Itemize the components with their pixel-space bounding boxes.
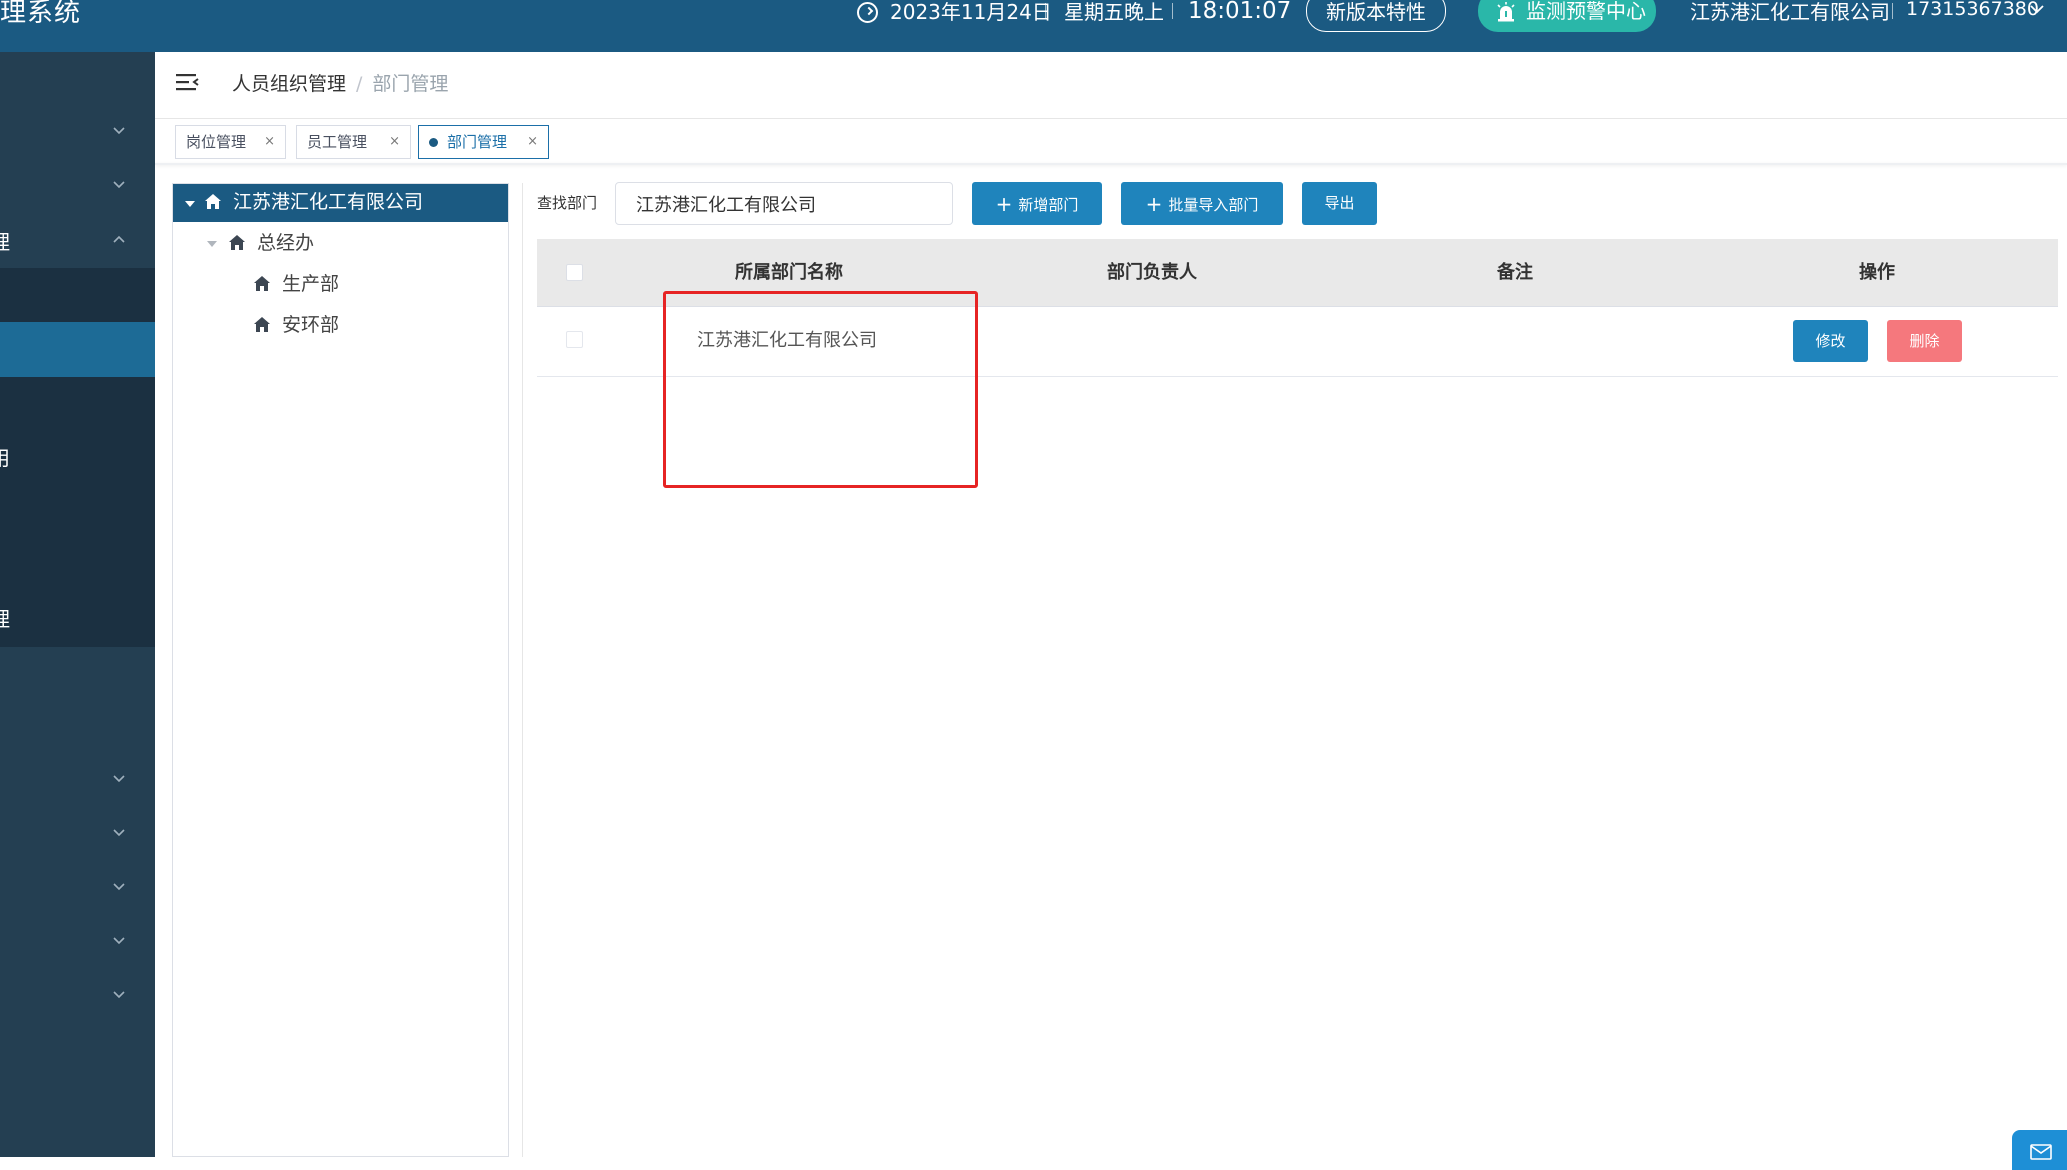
plus-icon: + bbox=[995, 192, 1013, 216]
home-icon bbox=[229, 235, 245, 250]
caret-down-icon[interactable] bbox=[207, 241, 217, 247]
delete-button[interactable]: 删除 bbox=[1887, 320, 1962, 362]
tab-label: 岗位管理 bbox=[186, 133, 247, 151]
chevron-down-icon[interactable] bbox=[112, 124, 126, 138]
company-name: 江苏港汇化工有限公司 bbox=[1690, 0, 1890, 24]
app-title: 理系统 bbox=[0, 0, 82, 28]
divider bbox=[1172, 3, 1173, 19]
chevron-down-icon[interactable] bbox=[112, 826, 126, 840]
alarm-icon bbox=[1497, 2, 1515, 22]
row-checkbox[interactable] bbox=[566, 331, 583, 348]
breadcrumb-separator: / bbox=[356, 73, 363, 95]
breadcrumb-current: 部门管理 bbox=[372, 73, 449, 95]
search-label: 查找部门 bbox=[537, 194, 598, 212]
column-header: 所属部门名称 bbox=[735, 262, 843, 283]
sidebar-item-label[interactable]: 理 bbox=[0, 608, 10, 630]
tab-label: 部门管理 bbox=[447, 133, 508, 151]
close-icon[interactable]: × bbox=[389, 126, 400, 158]
highlight-annotation bbox=[663, 291, 978, 488]
chevron-down-icon[interactable] bbox=[2030, 2, 2044, 16]
tree-node-label: 生产部 bbox=[282, 273, 340, 295]
home-icon bbox=[205, 194, 221, 209]
tree-node-label: 江苏港汇化工有限公司 bbox=[233, 191, 424, 213]
department-search-input[interactable] bbox=[615, 182, 953, 225]
current-time: 18:01:07 bbox=[1188, 0, 1292, 24]
divider bbox=[522, 183, 523, 1157]
department-tree: 江苏港汇化工有限公司 总经办 生产部 安环部 bbox=[172, 183, 509, 1157]
batch-import-label: 批量导入部门 bbox=[1168, 196, 1259, 214]
tree-node-label: 安环部 bbox=[282, 314, 340, 336]
chevron-down-icon[interactable] bbox=[112, 988, 126, 1002]
alarm-center-label: 监测预警中心 bbox=[1526, 0, 1646, 23]
divider bbox=[155, 118, 2067, 119]
sidebar: 理 用 理 bbox=[0, 52, 155, 1157]
breadcrumb: 人员组织管理 / 部门管理 bbox=[232, 72, 448, 96]
tree-node-label: 总经办 bbox=[257, 232, 315, 254]
chevron-down-icon[interactable] bbox=[112, 934, 126, 948]
divider bbox=[1045, 3, 1046, 19]
close-icon[interactable]: × bbox=[264, 126, 275, 158]
feedback-icon bbox=[2030, 1144, 2052, 1160]
active-dot-icon bbox=[429, 138, 438, 147]
current-date: 2023年11月24日 bbox=[890, 0, 1052, 24]
top-bar: 理系统 2023年11月24日 星期五晚上 18:01:07 新版本特性 监测预… bbox=[0, 0, 2067, 52]
batch-import-button[interactable]: + 批量导入部门 bbox=[1121, 182, 1283, 225]
divider bbox=[1892, 3, 1893, 19]
home-icon bbox=[254, 276, 270, 291]
sidebar-item-label[interactable]: 理 bbox=[0, 231, 10, 253]
sidebar-submenu-bg bbox=[0, 268, 155, 322]
chevron-down-icon[interactable] bbox=[112, 880, 126, 894]
column-header: 部门负责人 bbox=[1107, 262, 1197, 283]
alarm-center-button[interactable]: 监测预警中心 bbox=[1478, 0, 1656, 32]
tab-position-management[interactable]: 岗位管理 × bbox=[175, 125, 286, 159]
chevron-down-icon[interactable] bbox=[112, 178, 126, 192]
feedback-button[interactable] bbox=[2012, 1130, 2067, 1170]
chevron-down-icon[interactable] bbox=[112, 772, 126, 786]
new-features-button[interactable]: 新版本特性 bbox=[1306, 0, 1446, 32]
clock-icon bbox=[857, 2, 878, 23]
select-all-checkbox[interactable] bbox=[566, 264, 583, 281]
user-phone[interactable]: 17315367380 bbox=[1906, 0, 2039, 21]
sidebar-submenu-bg bbox=[0, 377, 155, 647]
sidebar-item-active[interactable] bbox=[0, 322, 155, 377]
home-icon bbox=[254, 317, 270, 332]
chevron-up-icon[interactable] bbox=[112, 232, 126, 246]
tree-node-root[interactable]: 江苏港汇化工有限公司 bbox=[173, 184, 508, 222]
hamburger-icon[interactable] bbox=[176, 72, 200, 94]
current-weekday: 星期五晚上 bbox=[1064, 0, 1164, 24]
breadcrumb-parent[interactable]: 人员组织管理 bbox=[232, 73, 346, 95]
add-department-label: 新增部门 bbox=[1018, 196, 1079, 214]
edit-button[interactable]: 修改 bbox=[1793, 320, 1868, 362]
export-button[interactable]: 导出 bbox=[1302, 182, 1377, 225]
sidebar-item-label[interactable]: 用 bbox=[0, 447, 10, 469]
tab-employee-management[interactable]: 员工管理 × bbox=[296, 125, 411, 159]
tab-department-management[interactable]: 部门管理 × bbox=[418, 125, 549, 159]
plus-icon: + bbox=[1145, 192, 1163, 216]
column-header: 备注 bbox=[1497, 262, 1533, 283]
divider bbox=[155, 163, 2067, 165]
tab-label: 员工管理 bbox=[307, 133, 368, 151]
add-department-button[interactable]: + 新增部门 bbox=[972, 182, 1102, 225]
close-icon[interactable]: × bbox=[527, 126, 538, 158]
column-header: 操作 bbox=[1859, 262, 1895, 283]
caret-down-icon[interactable] bbox=[185, 201, 195, 207]
